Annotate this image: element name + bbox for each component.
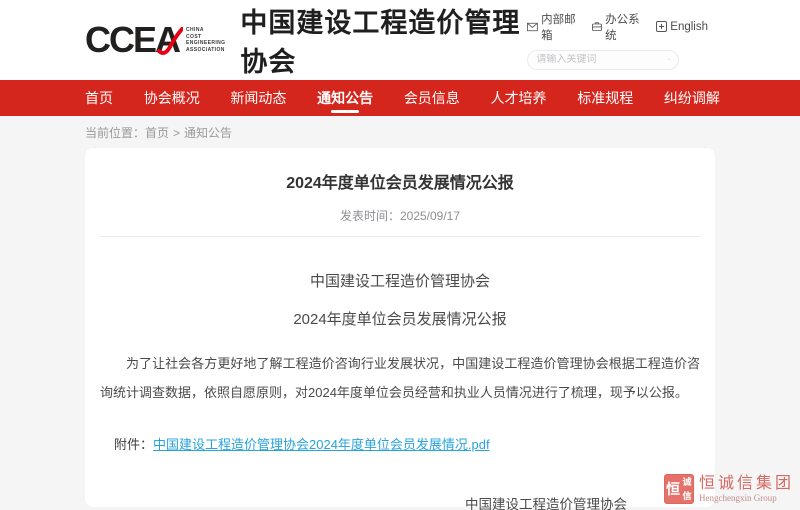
watermark-text: 恒诚信集团 Hengchengxin Group: [699, 475, 794, 503]
article-title: 2024年度单位会员发展情况公报: [100, 169, 700, 193]
signature-org: 中国建设工程造价管理协会: [426, 491, 666, 510]
office-system-label: 办公系统: [605, 11, 643, 43]
nav-item-talent-training[interactable]: 人才培养: [491, 80, 547, 116]
watermark-name: 恒诚信集团: [699, 475, 794, 493]
main-nav: 首页 协会概况 新闻动态 通知公告 会员信息 人才培养 标准规程 纠纷调解: [0, 80, 800, 116]
book-icon: [656, 21, 667, 32]
header-right: 内部邮箱 办公系统 English: [527, 11, 708, 70]
signature-block: 中国建设工程造价管理协会 2025年9月17日: [426, 491, 666, 510]
search-icon[interactable]: [668, 53, 670, 66]
logo-swoosh-icon: [157, 27, 183, 57]
site-header: CCEA CHINA COST ENGINEERING ASSOCIATION …: [0, 0, 800, 80]
nav-item-home[interactable]: 首页: [85, 80, 113, 116]
breadcrumb-current: 通知公告: [184, 126, 232, 140]
article-card: 2024年度单位会员发展情况公报 发表时间：2025/09/17 中国建设工程造…: [85, 148, 715, 507]
attachment-label: 附件：: [114, 437, 153, 452]
logo-acronym: CCEA: [85, 22, 179, 58]
article-paragraph: 为了让社会各方更好地了解工程造价咨询行业发展状况，中国建设工程造价管理协会根据工…: [100, 349, 700, 407]
internal-mail-link[interactable]: 内部邮箱: [527, 11, 579, 43]
meta-divider: [100, 236, 700, 237]
breadcrumb-label: 当前位置：: [85, 126, 145, 140]
hengchengxin-watermark: 恒 诚 信 恒诚信集团 Hengchengxin Group: [664, 474, 794, 504]
nav-item-association-overview[interactable]: 协会概况: [144, 80, 200, 116]
english-link[interactable]: English: [656, 21, 708, 33]
nav-item-dispute-mediation[interactable]: 纠纷调解: [664, 80, 720, 116]
search-input[interactable]: [536, 54, 668, 65]
logo-subtext: CHINA COST ENGINEERING ASSOCIATION: [186, 27, 225, 53]
nav-item-notices[interactable]: 通知公告: [317, 80, 373, 116]
utility-links: 内部邮箱 办公系统 English: [527, 11, 708, 43]
nav-item-member-info[interactable]: 会员信息: [404, 80, 460, 116]
site-logo[interactable]: CCEA CHINA COST ENGINEERING ASSOCIATION …: [85, 1, 527, 79]
briefcase-icon: [592, 21, 602, 32]
breadcrumb-separator: >: [173, 126, 180, 140]
seal-char-top: 诚: [682, 478, 691, 487]
breadcrumb: 当前位置：首页 > 通知公告: [85, 124, 800, 141]
hengchengxin-seal-icon: 恒 诚 信: [664, 474, 694, 504]
publish-time-label: 发表时间：: [340, 209, 400, 223]
nav-item-standards[interactable]: 标准规程: [577, 80, 633, 116]
site-title: 中国建设工程造价管理协会: [240, 1, 527, 79]
seal-char-bottom: 信: [682, 492, 691, 501]
document-heading-org: 中国建设工程造价管理协会: [100, 270, 700, 291]
english-label: English: [670, 21, 708, 33]
article-meta: 发表时间：2025/09/17: [100, 207, 700, 224]
search-box[interactable]: [527, 50, 679, 70]
office-system-link[interactable]: 办公系统: [592, 11, 643, 43]
attachment-row: 附件：中国建设工程造价管理协会2024年度单位会员发展情况.pdf: [100, 434, 700, 453]
publish-time-value: 2025/09/17: [400, 209, 460, 223]
document-heading-title: 2024年度单位会员发展情况公报: [100, 308, 700, 329]
internal-mail-label: 内部邮箱: [541, 11, 579, 43]
attachment-pdf-link[interactable]: 中国建设工程造价管理协会2024年度单位会员发展情况.pdf: [153, 437, 490, 452]
breadcrumb-home-link[interactable]: 首页: [145, 126, 169, 140]
nav-item-news[interactable]: 新闻动态: [230, 80, 286, 116]
seal-char-main: 恒: [666, 479, 680, 499]
watermark-name-en: Hengchengxin Group: [699, 493, 794, 503]
envelope-icon: [527, 22, 538, 32]
